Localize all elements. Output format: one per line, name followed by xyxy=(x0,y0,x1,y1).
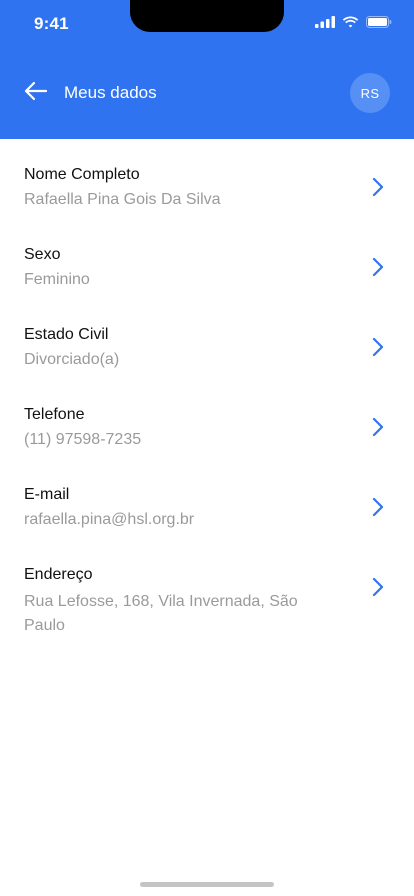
home-indicator[interactable] xyxy=(140,882,274,887)
field-label: Telefone xyxy=(24,406,85,423)
field-value: Rua Lefosse, 168, Vila Invernada, São Pa… xyxy=(24,593,298,634)
status-icons xyxy=(315,16,392,28)
chevron-right-icon xyxy=(370,257,386,277)
field-label: Sexo xyxy=(24,246,61,263)
battery-icon xyxy=(366,16,392,28)
avatar[interactable]: RS xyxy=(350,73,390,113)
field-row-telefone[interactable]: Telefone (11) 97598-7235 xyxy=(0,379,414,459)
chevron-right-icon xyxy=(370,577,386,597)
field-value: (11) 97598-7235 xyxy=(24,431,142,448)
field-row-estado-civil[interactable]: Estado Civil Divorciado(a) xyxy=(0,299,414,379)
field-label: E-mail xyxy=(24,486,70,503)
field-value: Rafaella Pina Gois Da Silva xyxy=(24,191,221,208)
field-label: Estado Civil xyxy=(24,326,109,343)
chevron-right-icon xyxy=(370,337,386,357)
field-label: Endereço xyxy=(24,566,93,583)
field-row-email[interactable]: E-mail rafaella.pina@hsl.org.br xyxy=(0,459,414,539)
field-value: Feminino xyxy=(24,271,90,288)
arrow-left-icon xyxy=(24,81,48,106)
chevron-right-icon xyxy=(370,177,386,197)
signal-icon xyxy=(315,16,335,28)
field-row-nome-completo[interactable]: Nome Completo Rafaella Pina Gois Da Silv… xyxy=(0,139,414,219)
page-title: Meus dados xyxy=(64,83,157,102)
status-bar: 9:41 xyxy=(0,0,414,48)
field-row-sexo[interactable]: Sexo Feminino xyxy=(0,219,414,299)
status-time: 9:41 xyxy=(34,14,69,33)
field-label: Nome Completo xyxy=(24,166,140,183)
device-notch xyxy=(130,0,284,32)
back-button[interactable] xyxy=(22,81,50,105)
field-row-endereco[interactable]: Endereço Rua Lefosse, 168, Vila Invernad… xyxy=(0,539,414,635)
header: 9:41 Meus dados RS xyxy=(0,0,414,139)
profile-fields-list: Nome Completo Rafaella Pina Gois Da Silv… xyxy=(0,139,414,635)
app-bar: Meus dados RS xyxy=(0,72,414,114)
wifi-icon xyxy=(342,16,359,28)
chevron-right-icon xyxy=(370,497,386,517)
chevron-right-icon xyxy=(370,417,386,437)
field-value: rafaella.pina@hsl.org.br xyxy=(24,511,195,528)
field-value: Divorciado(a) xyxy=(24,351,120,368)
